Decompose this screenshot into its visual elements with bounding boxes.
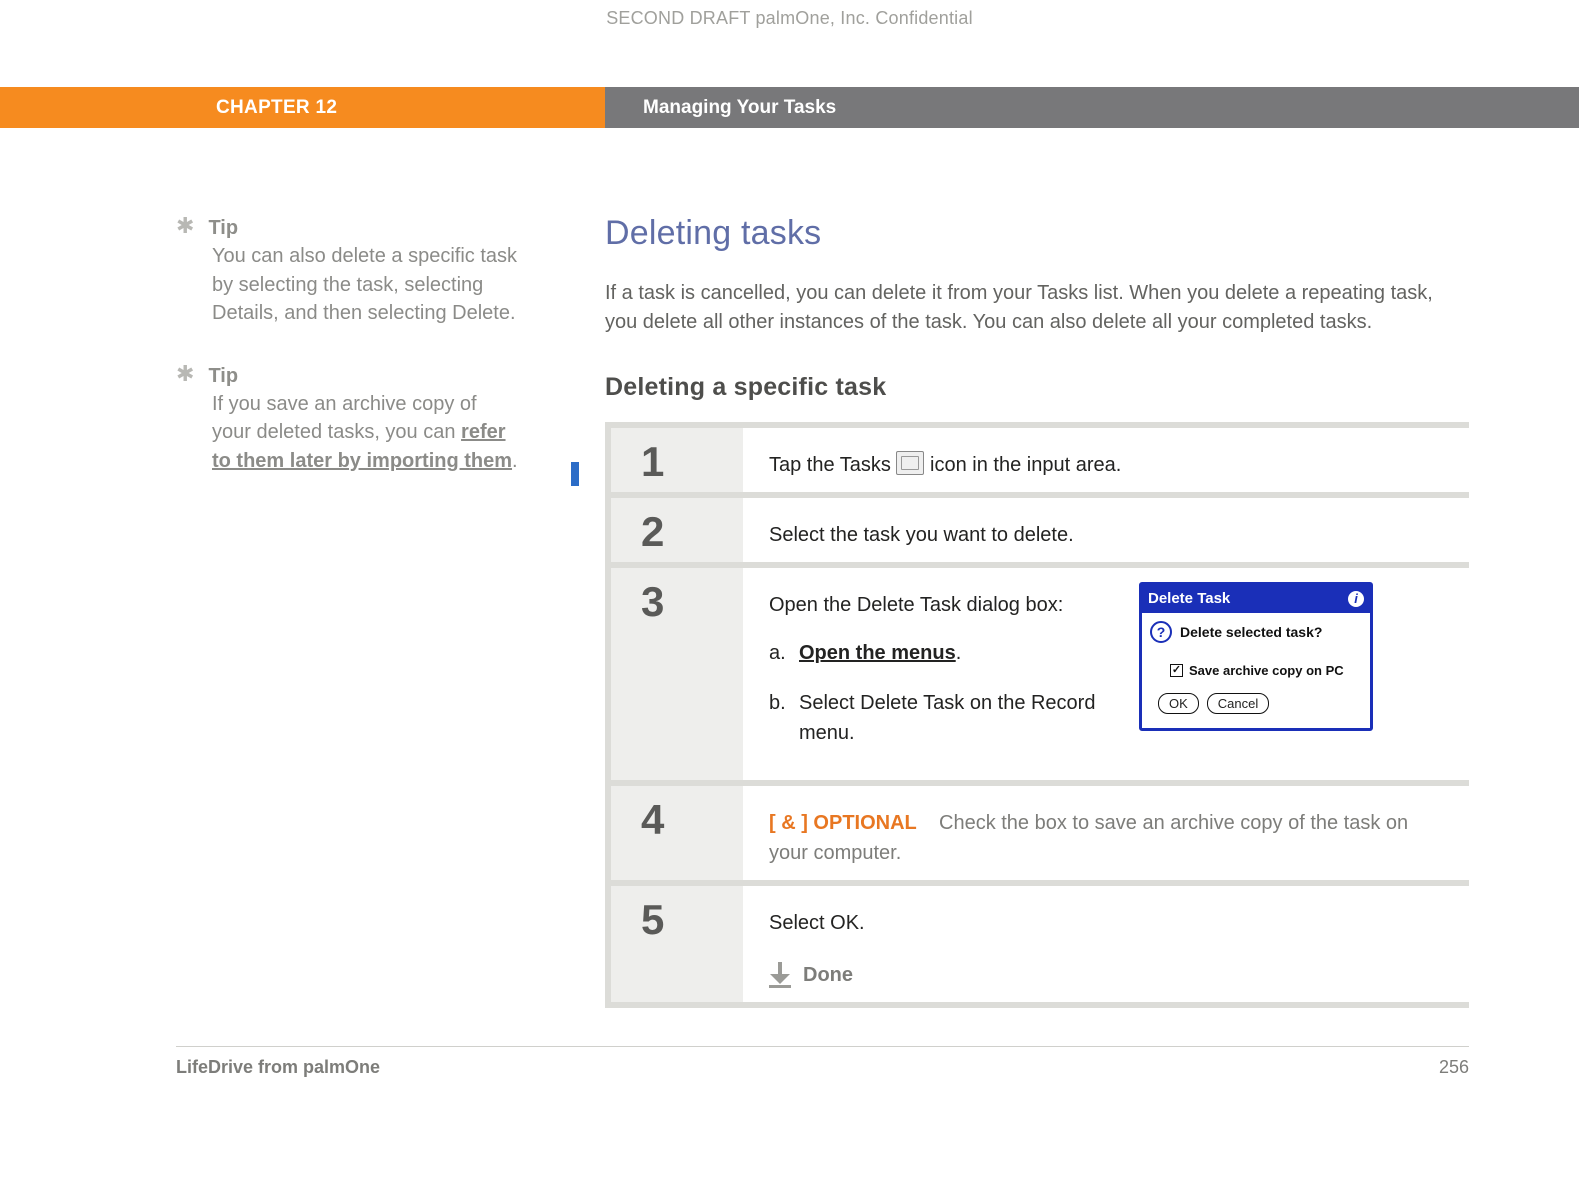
substep-post: . (956, 642, 962, 664)
footer-product: LifeDrive from palmOne (176, 1057, 380, 1078)
step-number: 2 (641, 508, 664, 556)
step-number: 1 (641, 438, 664, 486)
step-text: Select the task you want to delete. (769, 510, 1074, 550)
step-content: [ & ] OPTIONAL Check the box to save an … (743, 798, 1449, 868)
tip-text-post: . (512, 450, 518, 472)
dialog-checkbox-row[interactable]: ✓ Save archive copy on PC (1150, 661, 1362, 681)
checkbox-icon[interactable]: ✓ (1170, 664, 1183, 677)
step-content: Select OK. Done (743, 898, 1449, 990)
dialog-body: ? Delete selected task? ✓ Save archive c… (1142, 613, 1370, 728)
substep: b. Select Delete Task on the Record menu… (769, 688, 1109, 748)
question-icon: ? (1150, 621, 1172, 643)
intro-text: If a task is cancelled, you can delete i… (605, 279, 1445, 337)
main: Deleting tasks If a task is cancelled, y… (605, 214, 1579, 1008)
step-number-col: 3 (611, 568, 743, 780)
tip-label: Tip (208, 362, 238, 390)
header-row: CHAPTER 12 Managing Your Tasks (0, 87, 1579, 128)
step-content: Open the Delete Task dialog box: a. Open… (743, 580, 1449, 768)
dialog-checkbox-label: Save archive copy on PC (1189, 661, 1344, 681)
tip-body: You can also delete a specific task by s… (176, 242, 519, 327)
dialog-title: Delete Task (1148, 588, 1230, 611)
dialog-actions: OK Cancel (1150, 693, 1362, 721)
done-row: Done (769, 960, 865, 990)
sidebar: ✱ Tip You can also delete a specific tas… (0, 214, 605, 1008)
step-text: Select OK. Done (769, 898, 865, 990)
substep-link[interactable]: Open the menus (799, 642, 956, 664)
footer: LifeDrive from palmOne 256 (176, 1046, 1469, 1078)
delete-task-dialog: Delete Task i ? Delete selected task? ✓ (1139, 582, 1373, 732)
step-row: 1 Tap the Tasks icon in the input area. (611, 428, 1469, 492)
substep-text: Select Delete Task on the Record menu. (799, 688, 1109, 748)
confidential-header: SECOND DRAFT palmOne, Inc. Confidential (0, 4, 1579, 87)
step-number-col: 2 (611, 498, 743, 562)
star-icon: ✱ (176, 362, 194, 390)
optional-tag: [ & ] OPTIONAL (769, 812, 917, 834)
tip-body: If you save an archive copy of your dele… (176, 390, 519, 475)
step-row: 5 Select OK. Done (611, 886, 1469, 1002)
step-content: Tap the Tasks icon in the input area. (743, 440, 1449, 480)
chapter-label: CHAPTER 12 (0, 87, 605, 128)
step-text-pre: Tap the Tasks (769, 454, 896, 476)
tip-block: ✱ Tip If you save an archive copy of you… (176, 362, 519, 476)
ok-button[interactable]: OK (1158, 693, 1199, 715)
section-title: Deleting a specific task (605, 373, 1469, 402)
chapter-title: Managing Your Tasks (605, 87, 1579, 128)
step-text-line: Select OK. (769, 908, 865, 938)
step-number: 5 (641, 896, 664, 944)
step-row: 3 Open the Delete Task dialog box: a. Op… (611, 568, 1469, 780)
dialog-question: Delete selected task? (1180, 622, 1322, 643)
change-bar (571, 462, 579, 486)
step-number: 4 (641, 796, 664, 844)
steps-container: 1 Tap the Tasks icon in the input area. … (605, 422, 1469, 1008)
substep: a. Open the menus. (769, 638, 1109, 668)
done-arrow-icon (769, 962, 791, 988)
page-number: 256 (1439, 1057, 1469, 1078)
step-number-col: 4 (611, 786, 743, 880)
substep-text: Open the menus. (799, 638, 961, 668)
step-row: 4 [ & ] OPTIONAL Check the box to save a… (611, 786, 1469, 880)
substep-letter: b. (769, 688, 789, 748)
step-number: 3 (641, 578, 664, 626)
star-icon: ✱ (176, 214, 194, 242)
info-icon[interactable]: i (1348, 591, 1364, 607)
tasks-icon (896, 451, 924, 475)
step-row: 2 Select the task you want to delete. (611, 498, 1469, 562)
step-text-post: icon in the input area. (930, 454, 1121, 476)
step-text-line: Open the Delete Task dialog box: (769, 590, 1109, 620)
tip-block: ✱ Tip You can also delete a specific tas… (176, 214, 519, 328)
tip-text-pre: If you save an archive copy of your dele… (212, 393, 477, 443)
page-title: Deleting tasks (605, 214, 1469, 253)
body: ✱ Tip You can also delete a specific tas… (0, 128, 1579, 1008)
header-left: CHAPTER 12 (0, 87, 605, 128)
done-label: Done (803, 960, 853, 990)
dialog-question-row: ? Delete selected task? (1150, 621, 1362, 643)
step-number-col: 5 (611, 886, 743, 1002)
page: SECOND DRAFT palmOne, Inc. Confidential … (0, 0, 1579, 1178)
substep-letter: a. (769, 638, 789, 668)
substeps: a. Open the menus. b. Select Delete Task… (769, 638, 1109, 748)
step-number-col: 1 (611, 428, 743, 492)
step-text: Open the Delete Task dialog box: a. Open… (769, 580, 1109, 768)
dialog-title-bar: Delete Task i (1142, 585, 1370, 614)
cancel-button[interactable]: Cancel (1207, 693, 1269, 715)
step-content: Select the task you want to delete. (743, 510, 1449, 550)
tip-label: Tip (208, 214, 238, 242)
step-text: [ & ] OPTIONAL Check the box to save an … (769, 798, 1439, 868)
step-text: Tap the Tasks icon in the input area. (769, 440, 1121, 480)
